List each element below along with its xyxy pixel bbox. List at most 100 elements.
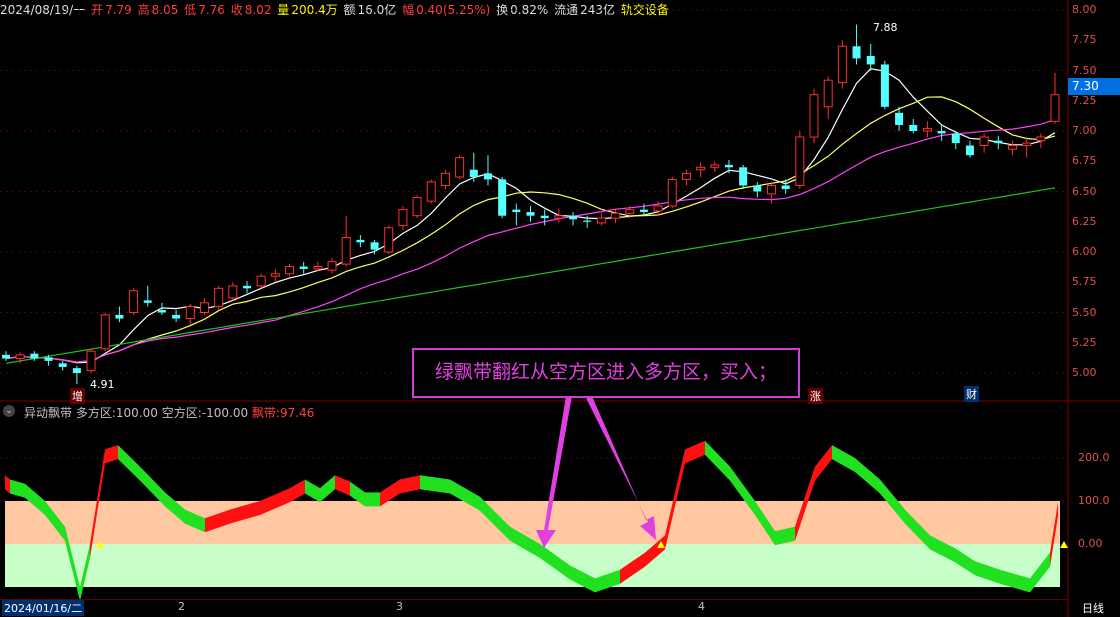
price-tick: 7.50 <box>1072 63 1097 77</box>
candle-body <box>653 205 663 212</box>
period-label[interactable]: 日线 <box>1082 600 1104 616</box>
candle-body <box>922 128 932 132</box>
month-label-4: 4 <box>698 600 705 613</box>
candle-body <box>498 179 507 216</box>
ribbon-segment <box>420 475 450 494</box>
candle-body <box>596 217 606 224</box>
candle-body <box>795 136 805 186</box>
candle-body <box>639 209 648 213</box>
candle-body <box>313 266 323 270</box>
candle-body <box>72 368 81 373</box>
candle-body <box>256 275 266 287</box>
candle-body <box>384 227 394 253</box>
chevron-down-icon[interactable]: ⌄ <box>3 405 15 417</box>
candle-body <box>1036 136 1046 142</box>
price-tick: 6.25 <box>1072 214 1097 228</box>
indicator-name: 异动飘带 <box>24 406 73 420</box>
indicator-tick: 0.00 <box>1078 537 1103 550</box>
candle-body <box>242 285 251 289</box>
candle-body <box>15 354 25 359</box>
candle-body <box>398 209 408 226</box>
month-label-2: 2 <box>178 600 185 613</box>
annotation-box: 绿飘带翻红从空方区进入多方区，买入； <box>412 348 800 398</box>
date-start: 2024/01/16/二 <box>2 600 85 616</box>
candle-body <box>440 172 450 186</box>
price-tick: 7.00 <box>1072 124 1097 137</box>
candle-body <box>426 181 436 202</box>
candle-body <box>512 209 521 213</box>
candle-body <box>611 212 621 219</box>
candle-body <box>299 266 308 269</box>
ribbon-segment <box>365 492 380 507</box>
candle-body <box>370 242 379 250</box>
event-mark-cai[interactable]: 财 <box>964 386 979 402</box>
indicator-header: 异动飘带 多方区:100.00 空方区:-100.00 飘带:97.46 <box>24 404 314 421</box>
candle-body <box>199 302 209 314</box>
ribbon-segment <box>855 458 880 494</box>
ma10-line <box>5 96 1056 363</box>
candle-body <box>30 353 39 359</box>
ribbon-segment <box>400 475 420 494</box>
price-tick: 5.00 <box>1072 366 1097 379</box>
candle-body <box>356 239 365 243</box>
ribbon-segment <box>118 445 140 481</box>
ribbon-segment <box>105 445 118 464</box>
candle-body <box>1022 142 1032 147</box>
candle-body <box>143 300 152 303</box>
candle-body <box>852 46 861 59</box>
ribbon-segment <box>320 475 335 503</box>
candle-body <box>469 169 478 177</box>
event-mark-zhang[interactable]: 涨 <box>808 388 823 404</box>
candle-body <box>965 145 974 156</box>
candle-body <box>185 305 195 320</box>
candle-body <box>583 220 592 222</box>
ribbon-segment <box>832 445 855 472</box>
candle-body <box>455 157 465 178</box>
candle-body <box>270 273 280 277</box>
candle-body <box>483 173 492 180</box>
candle-body <box>681 172 691 180</box>
candle-body <box>766 184 776 195</box>
candle-body <box>866 55 875 65</box>
candle-body <box>710 164 720 168</box>
candle-body <box>526 212 535 216</box>
candle-body <box>540 215 549 219</box>
candle-body <box>823 79 833 108</box>
short-value: -100.00 <box>201 406 249 420</box>
candle-body <box>1007 145 1017 150</box>
ribbon-segment <box>10 479 25 498</box>
candle-body <box>100 314 110 350</box>
candle-body <box>696 166 706 171</box>
candle-body <box>994 140 1003 144</box>
stock-chart-window: 2024/08/19/一 开 7.79 高 8.05 低 7.76 收 8.02 量 20… <box>0 0 1120 617</box>
candle-body <box>58 363 67 367</box>
ribbon-segment <box>140 466 165 507</box>
ribbon-segment <box>305 479 320 503</box>
price-tick: 8.00 <box>1072 3 1097 16</box>
high-marker: 7.88 <box>873 21 898 34</box>
low-marker: 4.91 <box>90 378 115 391</box>
ma20-line <box>5 119 1056 363</box>
candle-body <box>895 112 904 125</box>
ribbon-segment <box>685 440 705 464</box>
short-label: 空方区: <box>161 406 202 420</box>
candle-body <box>724 164 733 168</box>
price-tick: 7.25 <box>1072 93 1097 107</box>
candle-body <box>44 357 53 361</box>
event-mark-zeng[interactable]: 增 <box>70 388 85 404</box>
ribbon-segment <box>335 475 350 496</box>
candle-body <box>937 131 946 134</box>
price-tick: 7.75 <box>1072 33 1097 47</box>
buy-marker <box>1060 541 1068 548</box>
candle-body <box>327 261 337 271</box>
current-price-tag: 7.30 <box>1068 78 1120 95</box>
candle-body <box>569 215 578 220</box>
chart-canvas <box>0 0 1120 617</box>
date-axis <box>0 599 1068 617</box>
month-label-3: 3 <box>396 600 403 613</box>
band-label: 飘带: <box>251 406 280 420</box>
candle-body <box>880 64 889 107</box>
price-tick: 5.25 <box>1072 335 1097 349</box>
candle-body <box>86 350 96 372</box>
ribbon-segment <box>705 440 730 481</box>
